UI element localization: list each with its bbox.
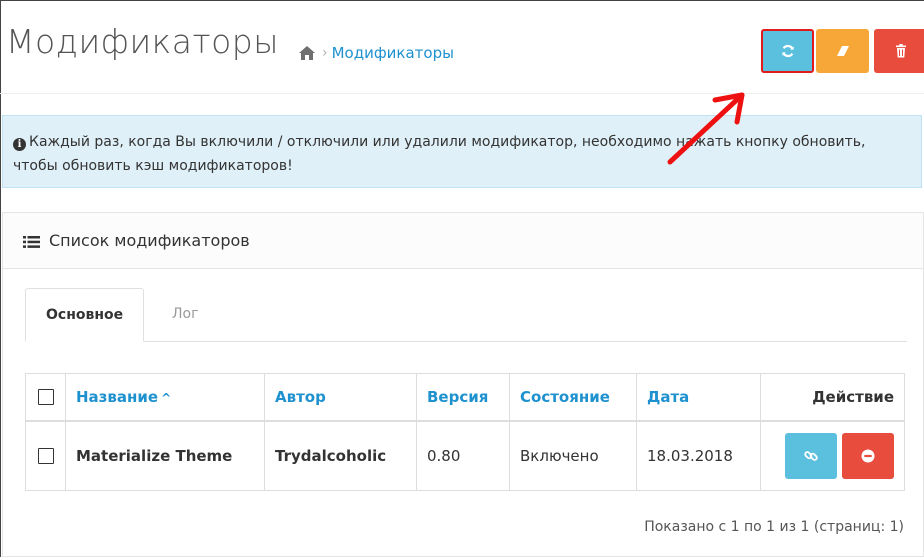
refresh-button[interactable] [761, 29, 814, 73]
pagination-results: Показано с 1 по 1 из 1 (страниц: 1) [644, 519, 904, 535]
info-circle-icon: i [13, 138, 26, 151]
delete-button[interactable] [874, 29, 924, 73]
column-author[interactable]: Автор [264, 373, 417, 422]
tab-log[interactable]: Лог [152, 288, 218, 341]
tabs: Основное Лог [25, 288, 907, 342]
page-header: Модификаторы › Модификаторы [0, 0, 924, 94]
cell-author: Trydalcoholic [264, 420, 417, 491]
table-row: Materialize Theme Trydalcoholic 0.80 Вкл… [25, 420, 905, 491]
column-date[interactable]: Дата [636, 373, 761, 422]
link-button[interactable] [785, 432, 837, 479]
clear-button[interactable] [816, 29, 869, 73]
tab-general[interactable]: Основное [25, 288, 145, 342]
list-icon [23, 234, 40, 248]
row-select-cell [25, 420, 66, 491]
cell-actions [760, 420, 905, 491]
column-status[interactable]: Состояние [509, 373, 637, 422]
column-version[interactable]: Версия [416, 373, 510, 422]
minus-circle-icon [861, 449, 875, 463]
panel-heading: Список модификаторов [3, 213, 923, 269]
disable-button[interactable] [842, 432, 894, 479]
breadcrumb-separator: › [322, 45, 328, 61]
breadcrumb-link-modifiers[interactable]: Модификаторы [332, 44, 454, 62]
home-icon[interactable] [298, 45, 316, 61]
modifiers-panel: Список модификаторов Основное Лог Назван… [2, 212, 924, 557]
cell-date: 18.03.2018 [636, 420, 761, 491]
sort-asc-icon: ^ [161, 390, 172, 405]
eraser-icon [836, 46, 849, 56]
page-title: Модификаторы [6, 22, 279, 61]
refresh-icon [781, 44, 794, 58]
column-action: Действие [760, 373, 905, 422]
column-name[interactable]: Название ^ [65, 373, 265, 422]
info-alert: i Каждый раз, когда Вы включили / отключи… [2, 115, 922, 188]
column-name-label: Название [76, 387, 159, 406]
cell-name: Materialize Theme [65, 420, 265, 491]
breadcrumb: › Модификаторы [298, 44, 454, 62]
cell-status: Включено [509, 420, 637, 491]
panel-title: Список модификаторов [49, 231, 250, 250]
trash-icon [895, 44, 906, 58]
table-header-row: Название ^ Автор Версия Состояние Дата Де… [25, 373, 905, 422]
alert-text: Каждый раз, когда Вы включили / отключил… [13, 134, 866, 174]
row-checkbox[interactable] [37, 448, 54, 465]
link-icon [804, 450, 818, 461]
modifiers-table: Название ^ Автор Версия Состояние Дата Де… [25, 373, 905, 491]
cell-version: 0.80 [416, 420, 510, 491]
select-all-cell [25, 373, 66, 422]
select-all-checkbox[interactable] [37, 389, 54, 406]
